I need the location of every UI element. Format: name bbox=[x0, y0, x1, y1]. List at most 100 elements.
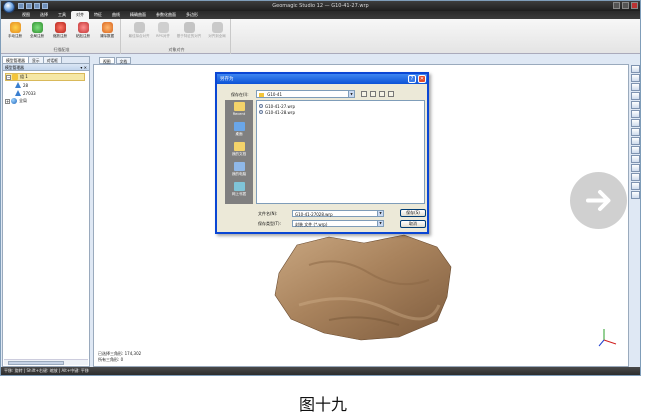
close-icon[interactable] bbox=[631, 2, 638, 9]
zoom-icon[interactable] bbox=[631, 137, 640, 145]
view-front-icon[interactable] bbox=[631, 74, 640, 82]
view-iso-icon[interactable] bbox=[631, 128, 640, 136]
tab-parametric-surfaces[interactable]: 参数化曲面 bbox=[151, 11, 181, 19]
model-manager-panel: 模型管理器 显示 对话框 模型管理器 ▾ ✕ − 组 1 28 27033 + bbox=[2, 56, 90, 367]
clear-data-icon bbox=[101, 22, 113, 33]
tab-dialog[interactable]: 对话框 bbox=[43, 57, 62, 63]
wrp-file-icon bbox=[259, 110, 263, 114]
desktop-icon bbox=[233, 122, 245, 131]
maximize-icon[interactable] bbox=[622, 2, 629, 9]
view-top-icon[interactable] bbox=[631, 92, 640, 100]
documents-folder-icon bbox=[233, 142, 245, 151]
back-icon[interactable] bbox=[361, 91, 367, 97]
tab-align[interactable]: 对齐 bbox=[71, 11, 89, 19]
tree-node-group[interactable]: − 组 1 bbox=[5, 73, 85, 81]
axis-triad-icon bbox=[598, 329, 617, 347]
tab-curves[interactable]: 曲线 bbox=[107, 11, 125, 19]
tab-model-manager[interactable]: 模型管理器 bbox=[3, 57, 29, 63]
save-in-dropdown[interactable]: G10-41 ▼ bbox=[256, 90, 355, 98]
window-controls bbox=[613, 2, 638, 9]
dialog-title: 另存为 bbox=[220, 77, 234, 82]
globe-icon bbox=[11, 98, 17, 104]
tab-features[interactable]: 特征 bbox=[89, 11, 107, 19]
paste-registration-button[interactable]: 粘贴注册 bbox=[73, 22, 93, 39]
scale-registration-button[interactable]: 缩放注册 bbox=[50, 22, 70, 39]
computer-icon bbox=[233, 162, 245, 171]
pan-icon[interactable] bbox=[631, 146, 640, 154]
place-desktop[interactable]: 桌面 bbox=[225, 120, 253, 140]
best-fit-align-icon bbox=[133, 22, 145, 33]
chevron-down-icon[interactable]: ▼ bbox=[348, 91, 354, 97]
next-arrow-button[interactable] bbox=[570, 172, 627, 229]
tab-viewport[interactable]: 视图 bbox=[99, 57, 115, 64]
save-button[interactable]: 保存(S) bbox=[400, 209, 426, 217]
place-network[interactable]: 网上邻居 bbox=[225, 180, 253, 200]
place-recent[interactable]: Recent bbox=[225, 100, 253, 120]
tab-document[interactable]: 文档 bbox=[115, 57, 132, 64]
place-my-documents[interactable]: 我的文档 bbox=[225, 140, 253, 160]
render-icon[interactable] bbox=[631, 182, 640, 190]
recent-folder-icon bbox=[233, 102, 245, 111]
mesh-triangle-icon bbox=[15, 90, 21, 96]
rotate-icon[interactable] bbox=[631, 155, 640, 163]
collapse-icon[interactable]: − bbox=[6, 74, 11, 80]
cancel-button[interactable]: 取消 bbox=[400, 220, 426, 228]
tab-tools[interactable]: 工具 bbox=[53, 11, 71, 19]
tab-view[interactable]: 视图 bbox=[17, 11, 35, 19]
horizontal-scrollbar[interactable] bbox=[4, 359, 88, 365]
chevron-down-icon[interactable]: ▼ bbox=[377, 221, 383, 226]
rps-align-button[interactable]: RPS对齐 bbox=[153, 22, 173, 39]
scrollbar-thumb[interactable] bbox=[8, 361, 64, 365]
best-fit-align-button[interactable]: 最佳拟合对齐 bbox=[125, 22, 153, 39]
filename-input[interactable]: G10-41-27028.wrp ▼ bbox=[292, 210, 384, 217]
tab-exact-surfaces[interactable]: 精确曲面 bbox=[125, 11, 151, 19]
scanned-rock-model[interactable] bbox=[269, 225, 479, 345]
file-item[interactable]: G10-41-28.wrp bbox=[259, 109, 422, 115]
window-title: Geomagic Studio 12 — G10-41-27.wrp bbox=[272, 3, 369, 9]
app-menu-orb[interactable] bbox=[3, 1, 15, 13]
model-tree: − 组 1 28 27033 + 全局 bbox=[3, 71, 89, 107]
up-folder-icon[interactable] bbox=[370, 91, 376, 97]
object-alignment-group: 最佳拟合对齐 RPS对齐 基于特征的对齐 对齐到全局 对象对齐 bbox=[123, 19, 231, 54]
scan-registration-group: 手动注册 全局注册 缩放注册 粘贴注册 清除数据 扫描配准 bbox=[3, 19, 121, 54]
close-icon[interactable]: ✕ bbox=[418, 75, 426, 83]
paste-registration-icon bbox=[77, 22, 89, 33]
panel-pin-close-icons[interactable]: ▾ ✕ bbox=[80, 65, 87, 70]
align-to-global-icon bbox=[211, 22, 223, 33]
new-folder-icon[interactable] bbox=[379, 91, 385, 97]
color-icon[interactable] bbox=[631, 173, 640, 181]
view-right-icon[interactable] bbox=[631, 119, 640, 127]
expand-icon[interactable]: + bbox=[5, 98, 10, 104]
view-menu-icon[interactable] bbox=[388, 91, 394, 97]
global-registration-button[interactable]: 全局注册 bbox=[27, 22, 47, 39]
tab-polygons[interactable]: 多边形 bbox=[181, 11, 203, 19]
minimize-icon[interactable] bbox=[613, 2, 620, 9]
light-icon[interactable] bbox=[631, 164, 640, 172]
chevron-down-icon[interactable]: ▼ bbox=[377, 211, 383, 216]
manual-registration-button[interactable]: 手动注册 bbox=[5, 22, 25, 39]
settings-icon[interactable] bbox=[631, 191, 640, 199]
figure-caption: 图十九 bbox=[298, 395, 347, 414]
view-bottom-icon[interactable] bbox=[631, 101, 640, 109]
viewport-tabs: 视图 文档 bbox=[99, 57, 132, 64]
group-label: 扫描配准 bbox=[53, 47, 70, 52]
place-my-computer[interactable]: 我的电脑 bbox=[225, 160, 253, 180]
left-panel-tabs: 模型管理器 显示 对话框 bbox=[3, 57, 89, 64]
filetype-select[interactable]: 封装 文件 (*.wrp) ▼ bbox=[292, 220, 384, 227]
view-back-icon[interactable] bbox=[631, 83, 640, 91]
tree-label: 全局 bbox=[19, 98, 27, 103]
tree-node-mesh[interactable]: 27033 bbox=[5, 89, 87, 97]
align-to-global-button[interactable]: 对齐到全局 bbox=[205, 22, 229, 39]
triangle-stats: 已选择三角形: 174,302 所有三角形: 0 bbox=[98, 351, 141, 363]
tab-display[interactable]: 显示 bbox=[28, 57, 44, 63]
tree-node-mesh[interactable]: 28 bbox=[5, 81, 87, 89]
view-left-icon[interactable] bbox=[631, 110, 640, 118]
feature-align-button[interactable]: 基于特征的对齐 bbox=[174, 22, 204, 39]
tree-node-global[interactable]: + 全局 bbox=[5, 97, 87, 105]
tab-select[interactable]: 选择 bbox=[35, 11, 53, 19]
global-registration-icon bbox=[31, 22, 43, 33]
help-icon[interactable]: ? bbox=[408, 75, 416, 83]
clear-data-button[interactable]: 清除数据 bbox=[97, 22, 117, 39]
file-list[interactable]: G10-41-27.wrp G10-41-28.wrp bbox=[256, 100, 425, 204]
fit-view-icon[interactable] bbox=[631, 65, 640, 73]
